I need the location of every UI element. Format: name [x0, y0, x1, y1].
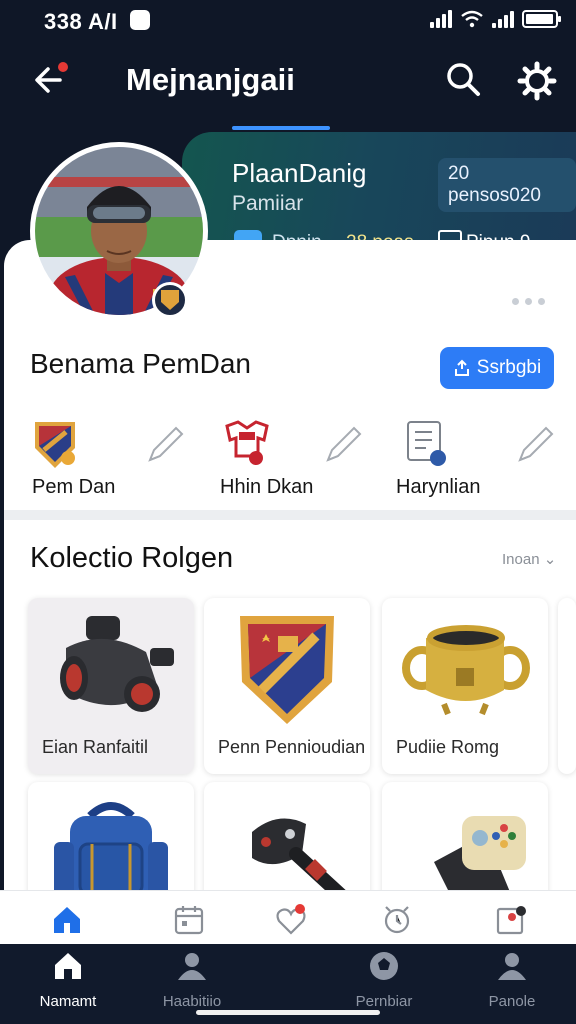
- home-icon: [55, 953, 81, 979]
- home-indicator: [196, 1010, 380, 1015]
- jersey-icon: [225, 420, 269, 465]
- app-bar: Mejnanjgaii: [0, 40, 576, 128]
- shield-icon: [35, 422, 75, 468]
- tab-label: Namamt: [39, 993, 97, 1010]
- signal-icon-secondary: [492, 10, 514, 28]
- tab-label: Pernbiar: [355, 993, 413, 1010]
- pencil-icon[interactable]: [514, 422, 558, 466]
- hero-subtitle: Pamiiar: [232, 192, 304, 215]
- target-icon[interactable]: [380, 903, 414, 937]
- category-item-2[interactable]: [224, 418, 270, 473]
- status-bar: 338 A/I: [0, 0, 576, 40]
- category-label-3: Harynlian: [396, 476, 481, 498]
- back-button[interactable]: [30, 60, 70, 100]
- battery-icon: [522, 10, 561, 28]
- signal-icon: [430, 10, 452, 28]
- pager-dots[interactable]: [512, 298, 545, 305]
- search-icon: [447, 63, 480, 96]
- status-icons: [430, 10, 561, 28]
- team-badge-icon: [152, 282, 188, 318]
- cards-icon[interactable]: [494, 903, 528, 937]
- search-button[interactable]: [444, 60, 484, 100]
- hero-badge[interactable]: 20 pensos020: [438, 158, 576, 212]
- collection-card-4-partial[interactable]: [558, 598, 576, 774]
- tab-label: Panole: [488, 993, 536, 1010]
- shield-crest-image: [240, 616, 334, 724]
- card-label-2: Penn Pennioudian: [218, 737, 366, 757]
- collection-filter[interactable]: Inoan ⌄: [502, 550, 556, 568]
- pencil-icon[interactable]: [144, 422, 188, 466]
- tab-indicator: [232, 126, 330, 130]
- home-icon[interactable]: [50, 903, 84, 937]
- document-icon: [407, 421, 446, 466]
- gas-mask-image: [60, 616, 174, 712]
- heart-icon[interactable]: [274, 903, 308, 937]
- notification-dot: [58, 62, 68, 72]
- section-divider: [4, 510, 576, 520]
- share-label: Ssrbgbi: [476, 357, 542, 378]
- collection-title: Kolectio Rolgen: [30, 542, 234, 574]
- settings-button[interactable]: [516, 60, 558, 102]
- share-icon: [454, 359, 469, 376]
- golden-trophy-image: [402, 625, 530, 716]
- wifi-icon: [461, 10, 483, 28]
- share-button[interactable]: Ssrbgbi: [440, 347, 554, 389]
- hero-player-name: PlaanDanig: [232, 158, 367, 188]
- user-icon: [178, 953, 206, 980]
- tab-players[interactable]: Pernbiar: [334, 950, 434, 1010]
- collection-card-2[interactable]: Penn Pennioudian: [204, 598, 370, 774]
- category-label-1: Pem Dan: [32, 476, 116, 498]
- tab-home[interactable]: Namamt: [18, 950, 118, 1010]
- filter-label: Inoan: [502, 551, 540, 568]
- person-icon: [498, 953, 526, 980]
- tab-label: Haabitiio: [162, 993, 222, 1010]
- pencil-icon[interactable]: [322, 422, 366, 466]
- page-title: Mejnanjgaii: [126, 62, 295, 97]
- ball-icon: [370, 952, 398, 980]
- status-time: 338 A/I: [44, 9, 118, 34]
- category-item-3[interactable]: [404, 418, 450, 473]
- collection-card-3[interactable]: Pudiie Romg: [382, 598, 548, 774]
- calendar-icon[interactable]: [172, 903, 206, 937]
- category-label-2: Hhin Dkan: [220, 476, 314, 498]
- notification-icon: [130, 10, 150, 30]
- card-label-1: Eian Ranfaitil: [42, 737, 149, 757]
- collection-card-1[interactable]: Eian Ranfaitil: [28, 598, 194, 774]
- player-name: Benama PemDan: [30, 348, 252, 379]
- chevron-down-icon: ⌄: [543, 551, 557, 568]
- card-label-3: Pudiie Romg: [396, 737, 500, 757]
- gear-icon: [517, 61, 557, 101]
- tab-habits[interactable]: Haabitiio: [142, 950, 242, 1010]
- sheet-extension: [182, 280, 576, 310]
- quick-nav-bar: [0, 890, 576, 944]
- category-item-1[interactable]: [32, 418, 78, 475]
- tab-profile[interactable]: Panole: [462, 950, 562, 1010]
